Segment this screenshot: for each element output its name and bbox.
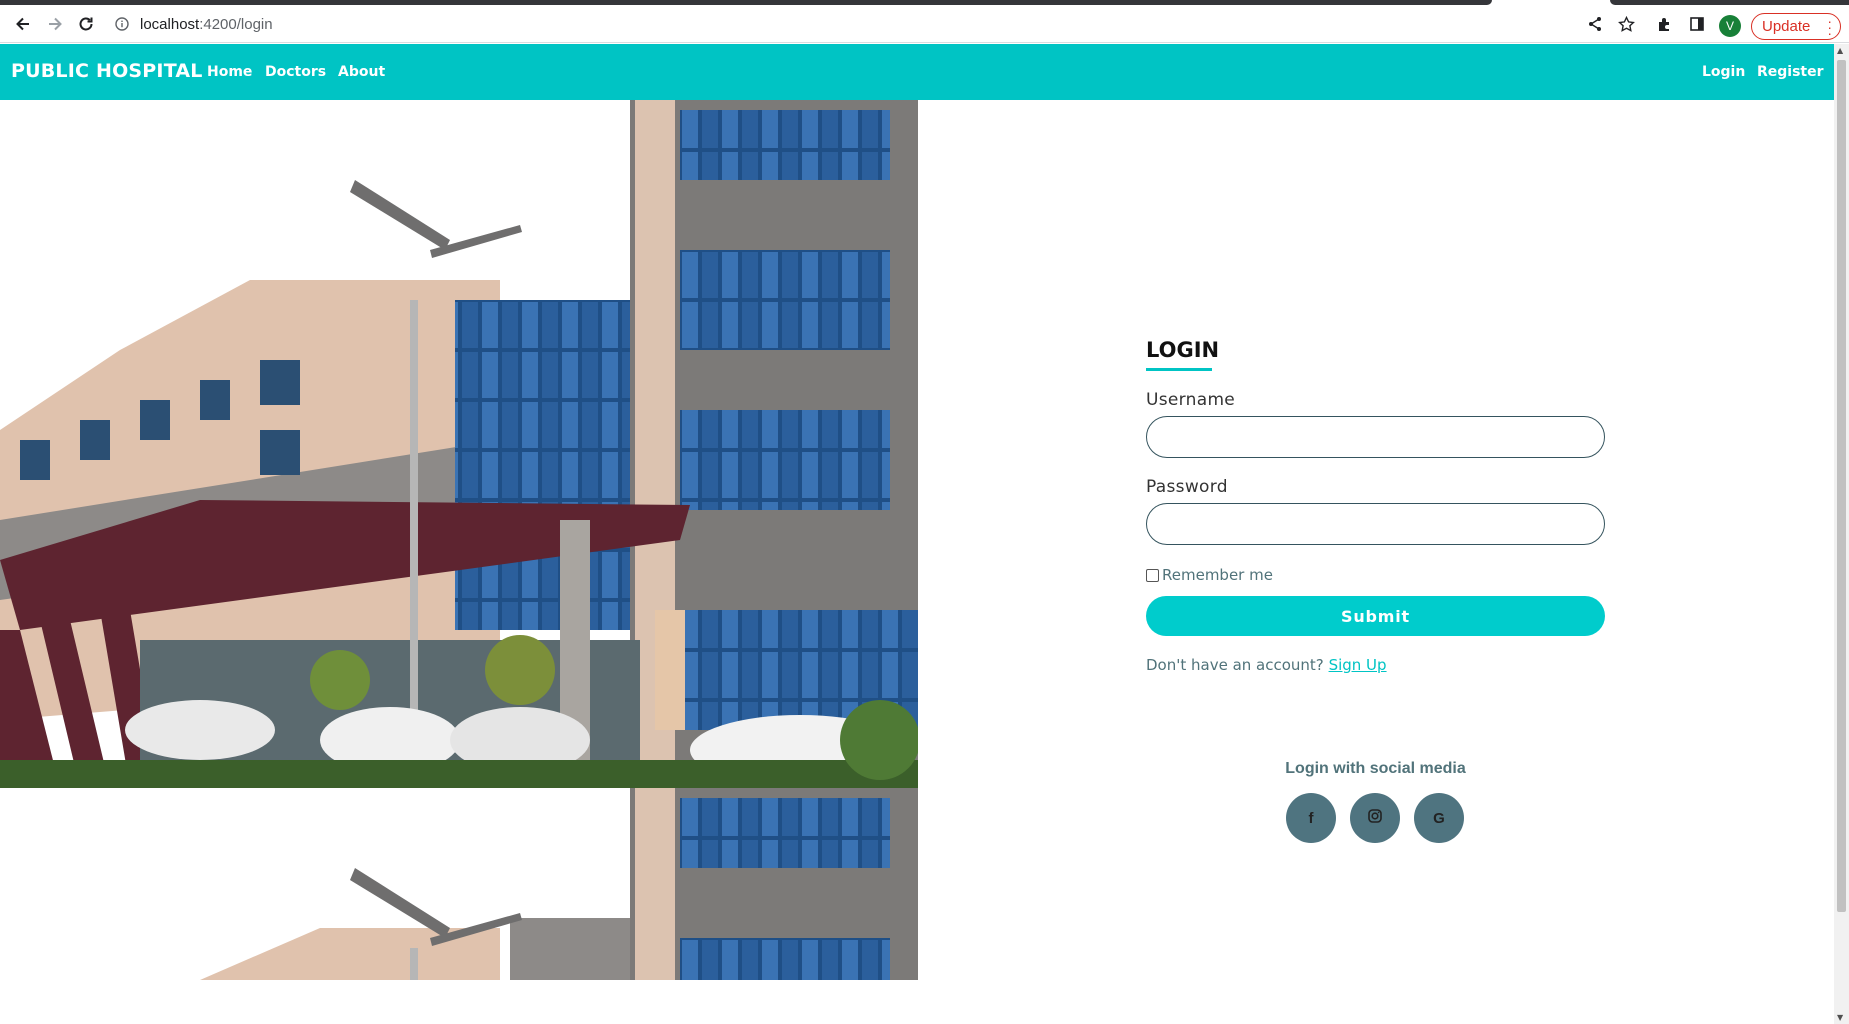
hospital-building-image [0, 100, 918, 980]
nav-link-home[interactable]: Home [207, 64, 252, 80]
url-text: localhost:4200/login [140, 15, 273, 33]
share-icon[interactable] [1584, 13, 1606, 35]
username-label: Username [1146, 390, 1236, 410]
nav-link-register[interactable]: Register [1757, 64, 1824, 80]
nav-link-login[interactable]: Login [1702, 64, 1745, 80]
remember-me-label[interactable]: Remember me [1162, 566, 1273, 584]
profile-avatar[interactable]: V [1719, 15, 1741, 37]
remember-me-checkbox[interactable] [1146, 568, 1159, 582]
nav-link-doctors[interactable]: Doctors [265, 64, 326, 80]
google-login-button[interactable]: G [1414, 793, 1464, 843]
site-info-icon[interactable] [112, 14, 132, 34]
scroll-up-icon[interactable]: ▲ [1837, 46, 1843, 55]
update-button[interactable]: Update · · · [1751, 13, 1841, 40]
login-heading: LOGIN [1146, 338, 1220, 362]
signup-prompt: Don't have an account? Sign Up [1146, 656, 1387, 674]
instagram-login-button[interactable] [1350, 793, 1400, 843]
browser-toolbar: localhost:4200/login V Update · · · [0, 5, 1849, 43]
reload-icon[interactable] [73, 11, 99, 37]
instagram-icon [1368, 809, 1382, 827]
signup-link[interactable]: Sign Up [1329, 656, 1387, 674]
site-navbar: PUBLIC HOSPITAL Home Doctors About Login… [0, 44, 1834, 100]
password-input[interactable] [1146, 503, 1605, 545]
facebook-icon: f [1308, 809, 1314, 827]
no-account-text: Don't have an account? [1146, 656, 1324, 674]
bookmark-star-icon[interactable] [1615, 13, 1637, 35]
remember-me-row: Remember me [1146, 566, 1273, 584]
submit-button[interactable]: Submit [1146, 596, 1605, 636]
facebook-login-button[interactable]: f [1286, 793, 1336, 843]
password-label: Password [1146, 477, 1228, 497]
nav-link-about[interactable]: About [338, 64, 385, 80]
address-bar[interactable]: localhost:4200/login [112, 8, 1582, 40]
more-menu-icon: · · · [1827, 13, 1832, 41]
google-icon: G [1433, 809, 1445, 827]
forward-icon[interactable] [42, 11, 68, 37]
username-input[interactable] [1146, 416, 1605, 458]
page-scrollbar[interactable]: ▲ ▼ [1834, 44, 1849, 1024]
scrollbar-thumb[interactable] [1837, 60, 1846, 912]
side-panel-icon[interactable] [1686, 13, 1708, 35]
scroll-down-icon[interactable]: ▼ [1837, 1013, 1843, 1022]
update-label: Update [1762, 18, 1811, 35]
brand-logo[interactable]: PUBLIC HOSPITAL [11, 60, 203, 82]
back-icon[interactable] [10, 11, 36, 37]
social-login-title: Login with social media [1285, 760, 1466, 777]
extensions-icon[interactable] [1654, 13, 1676, 35]
login-heading-underline [1146, 368, 1212, 371]
